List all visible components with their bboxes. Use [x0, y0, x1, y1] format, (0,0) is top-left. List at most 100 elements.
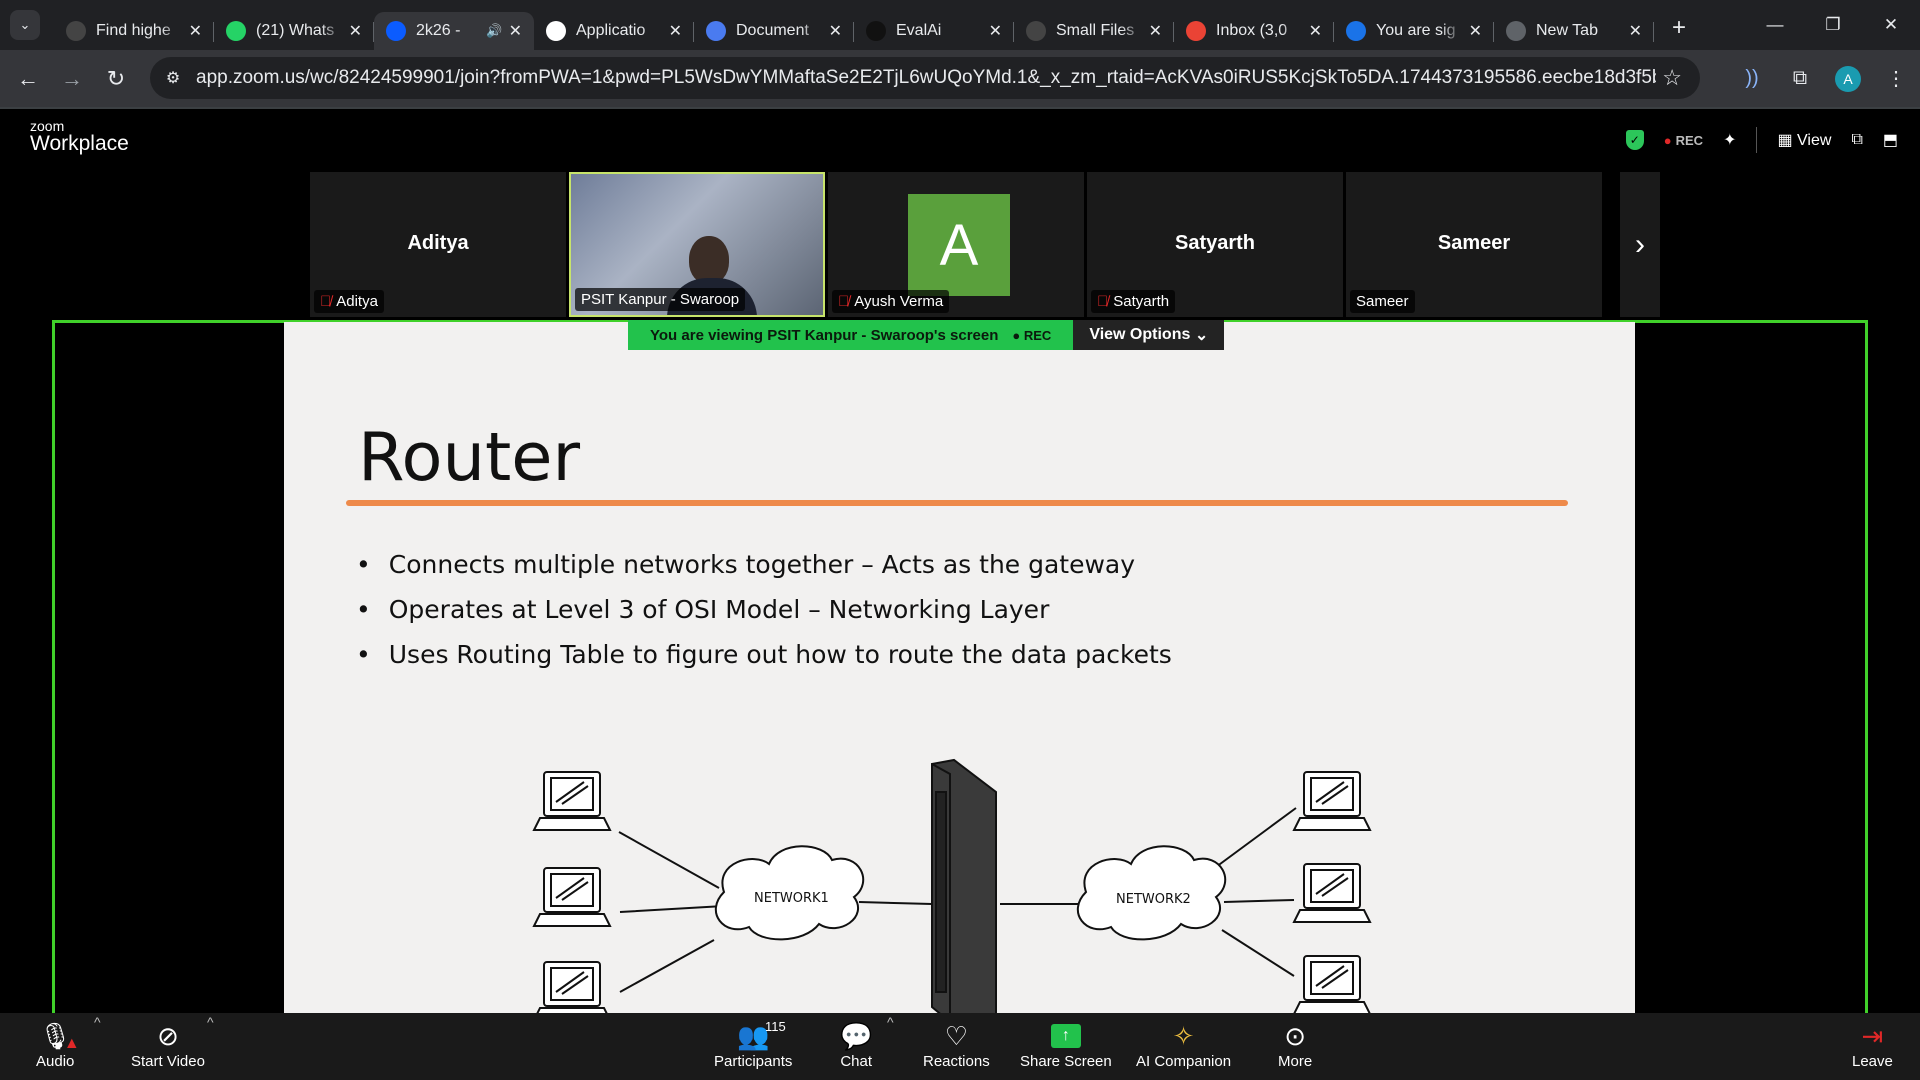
share-screen-button[interactable]: ↑ Share Screen — [1020, 1019, 1112, 1070]
tab-title: You are sig — [1376, 22, 1456, 39]
forward-button[interactable]: → — [50, 66, 94, 92]
share-label: Share Screen — [1020, 1053, 1112, 1070]
more-button[interactable]: ⊙ More — [1278, 1019, 1313, 1071]
zoom-header-right: ✓ ● REC ✦ ▦ View ⧉ ⬒ — [1625, 127, 1898, 153]
tab-list: Find highe ✕ (21) Whats ✕ 2k26 - 🔊 ✕ Applicatio… — [54, 0, 1654, 50]
extensions-icon[interactable]: ⧉ — [1776, 67, 1824, 90]
tab-title: Applicatio — [576, 22, 646, 39]
s-icon — [1346, 21, 1366, 41]
evalai-icon — [866, 21, 886, 41]
participant-tile[interactable]: Sameer Sameer — [1346, 172, 1602, 317]
restore-icon[interactable]: ❐ — [1804, 0, 1862, 50]
browser-tab[interactable]: Inbox (3,0 ✕ — [1174, 12, 1334, 50]
participant-avatar: A — [908, 194, 1010, 296]
audio-caret-icon[interactable]: ^ — [94, 1014, 101, 1030]
url-text[interactable]: app.zoom.us/wc/82424599901/join?fromPWA=… — [196, 67, 1656, 89]
shared-slide: Router Connects multiple networks togeth… — [284, 322, 1635, 1014]
network1-label: NETWORK1 — [754, 891, 829, 906]
chat-button[interactable]: 💬 Chat — [840, 1019, 873, 1071]
browser-tab[interactable]: You are sig ✕ — [1334, 12, 1494, 50]
close-tab-icon[interactable]: ✕ — [189, 21, 202, 41]
video-off-icon: ⊘ — [157, 1020, 179, 1051]
tab-separator — [1653, 22, 1654, 42]
start-video-button[interactable]: ⊘ Start Video — [131, 1019, 205, 1071]
close-tab-icon[interactable]: ✕ — [349, 21, 362, 41]
browser-tab[interactable]: Applicatio ✕ — [534, 12, 694, 50]
tab-search-button[interactable]: ⌄ — [10, 10, 40, 40]
site-info-icon[interactable]: ⚙ — [158, 63, 188, 93]
profile-avatar[interactable]: A — [1835, 65, 1861, 92]
tab-title: Small Files — [1056, 22, 1135, 39]
audio-button[interactable]: 🎙 ▲ Audio — [36, 1019, 80, 1071]
sparkle-icon[interactable]: ✦ — [1723, 130, 1736, 150]
browser-tab[interactable]: 2k26 - 🔊 ✕ — [374, 12, 534, 50]
participant-name: Aditya — [336, 293, 378, 310]
view-button[interactable]: ▦ View — [1777, 130, 1831, 150]
close-tab-icon[interactable]: ✕ — [1309, 21, 1322, 41]
bullet-item: Uses Routing Table to figure out how to … — [356, 640, 1172, 669]
participant-tile[interactable]: Satyarth 🎙̸ Satyarth — [1087, 172, 1343, 317]
leave-button[interactable]: ⇥ Leave — [1852, 1019, 1893, 1071]
multi-window-icon[interactable]: ⧉ — [1851, 131, 1862, 149]
browser-tab[interactable]: EvalAi ✕ — [854, 12, 1014, 50]
video-caret-icon[interactable]: ^ — [207, 1014, 214, 1030]
menu-icon[interactable]: ⋮ — [1872, 66, 1920, 91]
google-icon — [546, 21, 566, 41]
reactions-icon: ♡ — [944, 1020, 968, 1051]
participant-tile[interactable]: Aditya 🎙̸ Aditya — [310, 172, 566, 317]
browser-tab[interactable]: New Tab ✕ — [1494, 12, 1654, 50]
recording-indicator[interactable]: ● REC — [1664, 133, 1703, 148]
speaker-icon[interactable]: 🔊 — [486, 23, 502, 39]
new-tab-button[interactable]: + — [1672, 14, 1686, 42]
banner-rec-label: REC — [1023, 327, 1052, 343]
video-label: Start Video — [131, 1053, 205, 1070]
more-label: More — [1278, 1053, 1313, 1070]
chat-icon: 💬 — [840, 1020, 873, 1051]
popout-icon[interactable]: ⬒ — [1883, 130, 1898, 150]
next-participants-button[interactable]: › — [1620, 172, 1660, 317]
view-options-button[interactable]: View Options ⌄ — [1073, 320, 1225, 350]
docs-icon — [706, 21, 726, 41]
bookmark-star-icon[interactable]: ☆ — [1662, 65, 1682, 91]
leave-icon: ⇥ — [1861, 1020, 1884, 1051]
browser-tab[interactable]: (21) Whats ✕ — [214, 12, 374, 50]
tab-title: (21) Whats — [256, 22, 335, 39]
participant-tile[interactable]: PSIT Kanpur - Swaroop — [569, 172, 825, 317]
back-button[interactable]: ← — [6, 66, 50, 92]
close-tab-icon[interactable]: ✕ — [989, 21, 1002, 41]
viewing-text: You are viewing PSIT Kanpur - Swaroop's … — [650, 326, 999, 344]
close-tab-icon[interactable]: ✕ — [1469, 21, 1482, 41]
close-tab-icon[interactable]: ✕ — [1629, 21, 1642, 41]
participants-icon: 👥 115 — [737, 1019, 786, 1051]
participant-tile[interactable]: A 🎙̸ Ayush Verma — [828, 172, 1084, 317]
participant-name-label: 🎙̸ Aditya — [314, 290, 384, 313]
gmail-icon — [1186, 21, 1206, 41]
close-tab-icon[interactable]: ✕ — [829, 21, 842, 41]
encryption-shield-icon[interactable]: ✓ — [1625, 130, 1644, 150]
reactions-button[interactable]: ♡ Reactions — [923, 1019, 990, 1071]
ai-companion-button[interactable]: ✧ AI Companion — [1136, 1019, 1231, 1071]
close-window-icon[interactable]: ✕ — [1862, 0, 1920, 50]
tab-title: Inbox (3,0 — [1216, 22, 1288, 39]
meeting-controls: 🎙 ▲ Audio ^ ⊘ Start Video ^ 👥 115 Particip… — [0, 1013, 1920, 1080]
participants-count: 115 — [765, 1019, 786, 1034]
address-bar[interactable]: ⚙ app.zoom.us/wc/82424599901/join?fromPW… — [150, 57, 1700, 99]
close-tab-icon[interactable]: ✕ — [669, 21, 682, 41]
chat-caret-icon[interactable]: ^ — [887, 1014, 894, 1030]
browser-tab[interactable]: Document ✕ — [694, 12, 854, 50]
minimize-icon[interactable]: — — [1746, 0, 1804, 50]
banner-rec: ● REC — [1012, 327, 1052, 343]
view-options-label: View Options — [1089, 326, 1191, 343]
mic-muted-icon: 🎙̸ — [838, 293, 850, 310]
participants-button[interactable]: 👥 115 Participants — [714, 1019, 792, 1070]
participant-display-name: Sameer — [1437, 232, 1511, 254]
browser-tab[interactable]: Small Files ✕ — [1014, 12, 1174, 50]
window-controls: — ❐ ✕ — [1746, 0, 1920, 50]
cast-icon[interactable]: )) — [1728, 67, 1776, 90]
participant-display-name: Satyarth — [1174, 232, 1256, 254]
view-banner: You are viewing PSIT Kanpur - Swaroop's … — [628, 320, 1225, 350]
browser-tab[interactable]: Find highe ✕ — [54, 12, 214, 50]
close-tab-icon[interactable]: ✕ — [1149, 21, 1162, 41]
reload-button[interactable]: ↻ — [94, 66, 138, 92]
close-tab-icon[interactable]: ✕ — [509, 21, 522, 41]
